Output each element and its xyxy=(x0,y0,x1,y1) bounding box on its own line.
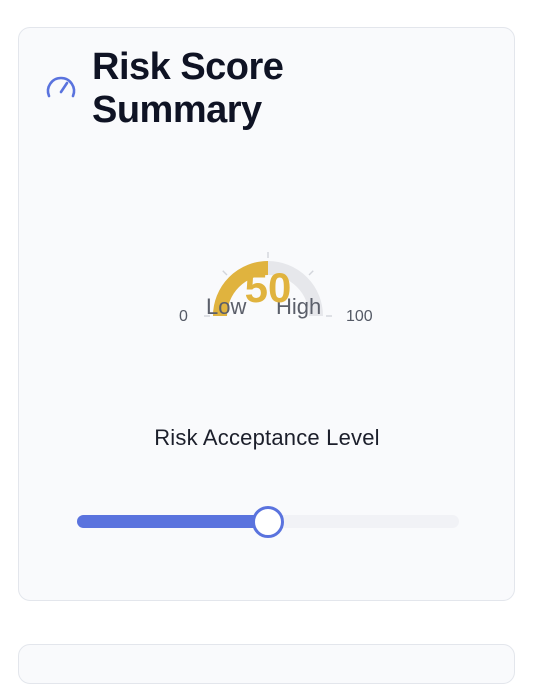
risk-acceptance-slider[interactable] xyxy=(77,506,459,538)
page-title: Risk Score Summary xyxy=(92,46,284,131)
risk-score-gauge: Low High 0 100 50 xyxy=(150,222,390,342)
slider-thumb[interactable] xyxy=(252,506,284,538)
risk-acceptance-label: Risk Acceptance Level xyxy=(154,425,380,450)
card-header: Risk Score Summary xyxy=(44,46,352,132)
gauge-value: 50 xyxy=(244,264,292,311)
gauge-tick xyxy=(222,270,228,276)
gauge-icon xyxy=(46,76,76,98)
next-card xyxy=(18,644,515,684)
gauge-min-label: 0 xyxy=(179,308,188,325)
slider-fill xyxy=(77,515,268,528)
gauge-max-label: 100 xyxy=(346,308,373,325)
gauge-tick xyxy=(308,270,314,276)
